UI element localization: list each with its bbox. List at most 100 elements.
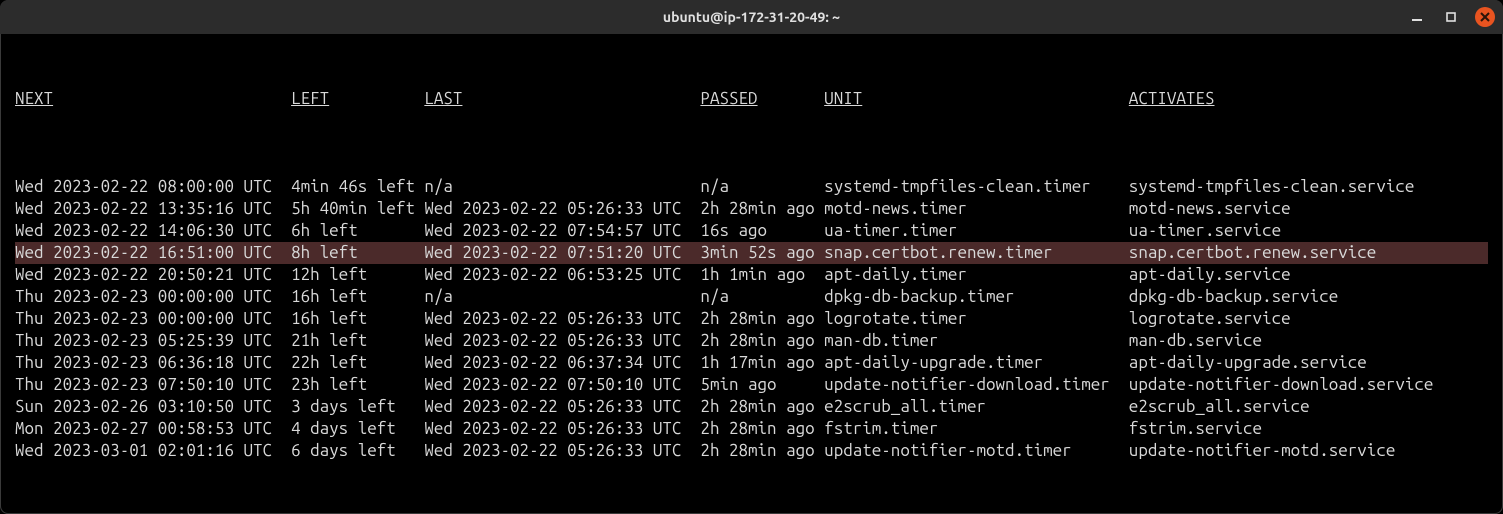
cell-unit: apt-daily.timer (824, 264, 1129, 286)
cell-unit: apt-daily-upgrade.timer (824, 352, 1129, 374)
timer-row: Thu 2023-02-23 00:00:00 UTC16h leftn/an/… (15, 286, 1488, 308)
cell-unit: e2scrub_all.timer (824, 396, 1129, 418)
cell-unit: logrotate.timer (824, 308, 1129, 330)
window-title: ubuntu@ip-172-31-20-49: ~ (663, 8, 840, 26)
cell-activates: e2scrub_all.service (1129, 396, 1310, 418)
timer-row: Thu 2023-02-23 00:00:00 UTC16h leftWed 2… (15, 308, 1488, 330)
cell-passed: 2h 28min ago (700, 330, 824, 352)
cell-left: 8h left (291, 242, 424, 264)
minimize-icon (1411, 11, 1423, 23)
cell-last: Wed 2023-02-22 07:51:20 UTC (424, 242, 700, 264)
cell-next: Wed 2023-02-22 14:06:30 UTC (15, 220, 291, 242)
cell-next: Wed 2023-02-22 08:00:00 UTC (15, 176, 291, 198)
cell-passed: 2h 28min ago (700, 440, 824, 462)
cell-passed: 2h 28min ago (700, 308, 824, 330)
cell-unit: motd-news.timer (824, 198, 1129, 220)
cell-passed: 1h 17min ago (700, 352, 824, 374)
cell-passed: 1h 1min ago (700, 264, 824, 286)
cell-next: Wed 2023-02-22 13:35:16 UTC (15, 198, 291, 220)
window-title-bar: ubuntu@ip-172-31-20-49: ~ (0, 0, 1503, 34)
col-header-next: NEXT (15, 88, 291, 110)
cell-activates: ua-timer.service (1129, 220, 1281, 242)
cell-last: Wed 2023-02-22 05:26:33 UTC (424, 330, 700, 352)
window-maximize-button[interactable] (1441, 7, 1461, 27)
cell-unit: update-notifier-motd.timer (824, 440, 1129, 462)
timer-row: Thu 2023-02-23 07:50:10 UTC23h leftWed 2… (15, 374, 1488, 396)
maximize-icon (1445, 11, 1457, 23)
cell-next: Wed 2023-02-22 16:51:00 UTC (15, 242, 291, 264)
cell-activates: apt-daily-upgrade.service (1129, 352, 1367, 374)
cell-activates: apt-daily.service (1129, 264, 1291, 286)
cell-unit: dpkg-db-backup.timer (824, 286, 1129, 308)
cell-last: Wed 2023-02-22 05:26:33 UTC (424, 396, 700, 418)
cell-passed: 16s ago (700, 220, 824, 242)
cell-activates: fstrim.service (1129, 418, 1262, 440)
cell-left: 4 days left (291, 418, 424, 440)
cell-last: Wed 2023-02-22 05:26:33 UTC (424, 308, 700, 330)
window-controls (1407, 0, 1495, 34)
cell-next: Thu 2023-02-23 07:50:10 UTC (15, 374, 291, 396)
window-minimize-button[interactable] (1407, 7, 1427, 27)
cell-left: 22h left (291, 352, 424, 374)
cell-activates: snap.certbot.renew.service (1129, 242, 1377, 264)
col-header-passed: PASSED (700, 88, 824, 110)
timer-row: Wed 2023-02-22 20:50:21 UTC12h leftWed 2… (15, 264, 1488, 286)
cell-left: 23h left (291, 374, 424, 396)
cell-activates: motd-news.service (1129, 198, 1291, 220)
cell-unit: update-notifier-download.timer (824, 374, 1129, 396)
cell-left: 16h left (291, 286, 424, 308)
cell-activates: update-notifier-motd.service (1129, 440, 1396, 462)
timer-row: Wed 2023-02-22 16:51:00 UTC8h leftWed 20… (15, 242, 1488, 264)
cell-next: Thu 2023-02-23 00:00:00 UTC (15, 308, 291, 330)
cell-passed: 2h 28min ago (700, 418, 824, 440)
cell-activates: logrotate.service (1129, 308, 1291, 330)
cell-next: Thu 2023-02-23 06:36:18 UTC (15, 352, 291, 374)
cell-last: n/a (424, 176, 700, 198)
timer-row: Mon 2023-02-27 00:58:53 UTC4 days leftWe… (15, 418, 1488, 440)
cell-next: Mon 2023-02-27 00:58:53 UTC (15, 418, 291, 440)
cell-passed: 2h 28min ago (700, 198, 824, 220)
cell-activates: systemd-tmpfiles-clean.service (1129, 176, 1415, 198)
cell-left: 16h left (291, 308, 424, 330)
cell-passed: 3min 52s ago (700, 242, 824, 264)
cell-unit: ua-timer.timer (824, 220, 1129, 242)
cell-activates: update-notifier-download.service (1129, 374, 1434, 396)
terminal-window: ubuntu@ip-172-31-20-49: ~ NEXTLEFTLASTPA… (0, 0, 1503, 514)
cell-last: Wed 2023-02-22 07:54:57 UTC (424, 220, 700, 242)
timer-row: Wed 2023-02-22 14:06:30 UTC6h leftWed 20… (15, 220, 1488, 242)
cell-last: Wed 2023-02-22 06:37:34 UTC (424, 352, 700, 374)
cell-next: Sun 2023-02-26 03:10:50 UTC (15, 396, 291, 418)
col-header-left: LEFT (291, 88, 424, 110)
cell-unit: snap.certbot.renew.timer (824, 242, 1129, 264)
cell-last: Wed 2023-02-22 05:26:33 UTC (424, 440, 700, 462)
cell-last: Wed 2023-02-22 07:50:10 UTC (424, 374, 700, 396)
cell-next: Wed 2023-02-22 20:50:21 UTC (15, 264, 291, 286)
col-header-last: LAST (424, 88, 700, 110)
cell-next: Thu 2023-02-23 00:00:00 UTC (15, 286, 291, 308)
cell-left: 5h 40min left (291, 198, 424, 220)
terminal-viewport[interactable]: NEXTLEFTLASTPASSEDUNITACTIVATES Wed 2023… (0, 34, 1503, 514)
col-header-unit: UNIT (824, 88, 1129, 110)
close-icon (1480, 12, 1490, 22)
cell-left: 12h left (291, 264, 424, 286)
cell-passed: 2h 28min ago (700, 396, 824, 418)
timer-row: Sun 2023-02-26 03:10:50 UTC3 days leftWe… (15, 396, 1488, 418)
window-close-button[interactable] (1475, 7, 1495, 27)
cell-left: 21h left (291, 330, 424, 352)
cell-unit: man-db.timer (824, 330, 1129, 352)
cell-passed: 5min ago (700, 374, 824, 396)
timer-row: Thu 2023-02-23 06:36:18 UTC22h leftWed 2… (15, 352, 1488, 374)
timer-row: Thu 2023-02-23 05:25:39 UTC21h leftWed 2… (15, 330, 1488, 352)
cell-next: Thu 2023-02-23 05:25:39 UTC (15, 330, 291, 352)
timer-row: Wed 2023-02-22 08:00:00 UTC4min 46s left… (15, 176, 1488, 198)
cell-left: 3 days left (291, 396, 424, 418)
cell-last: n/a (424, 286, 700, 308)
cell-unit: systemd-tmpfiles-clean.timer (824, 176, 1129, 198)
cell-last: Wed 2023-02-22 05:26:33 UTC (424, 198, 700, 220)
timer-table-body: Wed 2023-02-22 08:00:00 UTC4min 46s left… (15, 176, 1488, 462)
cell-next: Wed 2023-03-01 02:01:16 UTC (15, 440, 291, 462)
cell-last: Wed 2023-02-22 06:53:25 UTC (424, 264, 700, 286)
cell-last: Wed 2023-02-22 05:26:33 UTC (424, 418, 700, 440)
col-header-activates: ACTIVATES (1129, 88, 1215, 110)
cell-left: 6 days left (291, 440, 424, 462)
